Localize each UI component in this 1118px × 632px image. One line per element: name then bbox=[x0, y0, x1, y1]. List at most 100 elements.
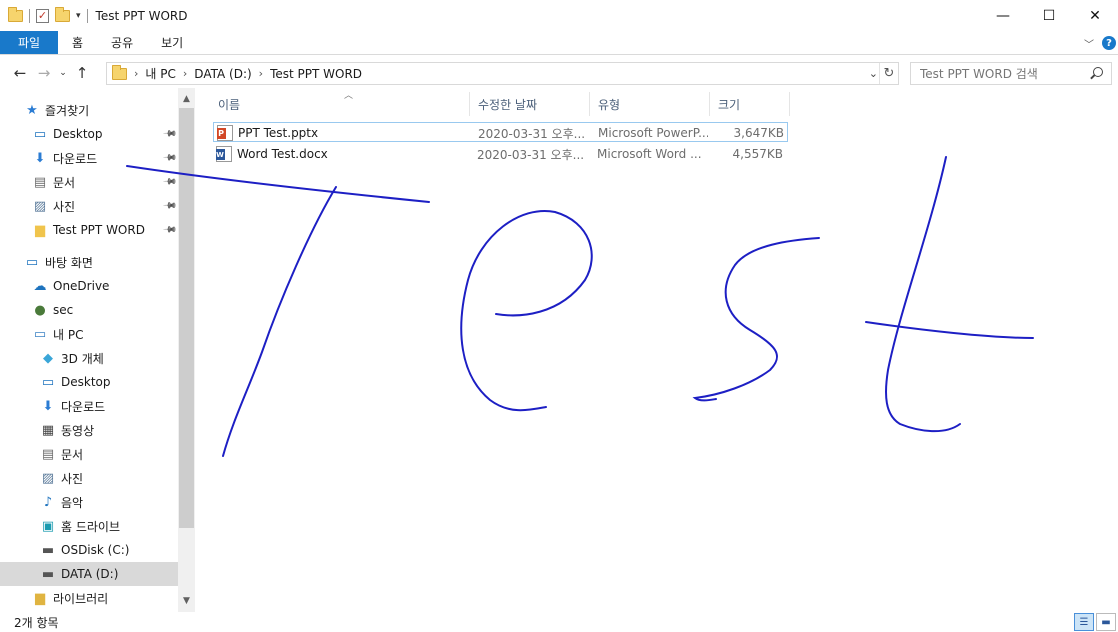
maximize-button[interactable]: ☐ bbox=[1026, 0, 1072, 31]
folder-icon bbox=[8, 6, 23, 22]
sidebar-item-label: OneDrive bbox=[53, 279, 110, 293]
file-list: ︿ 이름 수정한 날짜 유형 크기 PPT Test.pptx 2020-03-… bbox=[200, 88, 1118, 612]
forward-button[interactable]: → bbox=[32, 61, 56, 85]
sidebar-item[interactable]: ⬇ 다운로드 bbox=[0, 394, 178, 418]
back-button[interactable]: ← bbox=[8, 61, 32, 85]
column-header-name[interactable]: ︿ 이름 bbox=[210, 91, 470, 116]
recent-locations-button[interactable]: ⌄ bbox=[56, 61, 70, 85]
sidebar-item[interactable]: ▨ 사진 📌 bbox=[0, 194, 178, 218]
sidebar-item-label: sec bbox=[53, 303, 74, 317]
breadcrumb-separator-icon[interactable]: › bbox=[134, 67, 138, 80]
navigation-pane-scrollbar[interactable]: ▲ ▼ bbox=[178, 88, 195, 612]
column-header-date[interactable]: 수정한 날짜 bbox=[470, 92, 590, 116]
search-icon[interactable] bbox=[1093, 67, 1103, 77]
sidebar-item[interactable]: ▤ 문서 bbox=[0, 442, 178, 466]
minimize-button[interactable]: — bbox=[980, 0, 1026, 31]
sidebar-item[interactable]: ▤ 문서 📌 bbox=[0, 170, 178, 194]
sort-ascending-icon: ︿ bbox=[344, 91, 354, 101]
document-icon: ▤ bbox=[41, 446, 55, 462]
sidebar-item-label: Desktop bbox=[61, 375, 111, 389]
pin-icon: 📌 bbox=[161, 126, 177, 142]
arrow-up-icon: ↑ bbox=[75, 64, 89, 82]
quick-access-toolbar: ✓ ▾ bbox=[8, 0, 88, 31]
powerpoint-file-icon bbox=[217, 125, 233, 141]
sidebar-item[interactable]: ▭ Desktop bbox=[0, 370, 178, 394]
column-header-type[interactable]: 유형 bbox=[590, 92, 710, 116]
up-button[interactable]: ↑ bbox=[70, 61, 94, 85]
divider bbox=[29, 8, 30, 23]
breadcrumb-current-folder[interactable]: Test PPT WORD bbox=[270, 67, 362, 81]
document-icon: ▤ bbox=[33, 174, 47, 190]
sidebar-item-label: 다운로드 bbox=[53, 151, 98, 166]
address-bar[interactable]: › 내 PC › DATA (D:) › Test PPT WORD ⌄ ↻ bbox=[106, 62, 899, 85]
close-icon: ✕ bbox=[1089, 7, 1101, 24]
column-header-label: 이름 bbox=[218, 97, 241, 112]
sidebar-item[interactable]: ▆ Test PPT WORD 📌 bbox=[0, 218, 178, 242]
breadcrumb-separator-icon[interactable]: › bbox=[259, 67, 263, 80]
search-input[interactable] bbox=[920, 66, 1090, 81]
drive-icon: ▬ bbox=[41, 542, 55, 558]
sidebar-item[interactable]: ☁ OneDrive bbox=[0, 274, 178, 298]
sidebar-item[interactable]: ★ 즐겨찾기 bbox=[0, 98, 178, 122]
sidebar-item[interactable]: ▭ 바탕 화면 bbox=[0, 250, 178, 274]
scroll-down-icon[interactable]: ▼ bbox=[178, 594, 195, 608]
properties-icon[interactable]: ✓ bbox=[36, 8, 49, 23]
window-title: Test PPT WORD bbox=[95, 8, 188, 23]
sidebar-item[interactable]: ▨ 사진 bbox=[0, 466, 178, 490]
folder-icon bbox=[112, 64, 127, 80]
details-view-button[interactable]: ☰ bbox=[1074, 613, 1094, 631]
sidebar-item[interactable]: ⬇ 다운로드 📌 bbox=[0, 146, 178, 170]
file-name: Word Test.docx bbox=[237, 147, 328, 161]
scrollbar-thumb[interactable] bbox=[179, 108, 194, 528]
folder-icon: ▆ bbox=[35, 222, 45, 238]
cube-icon: ◆ bbox=[43, 350, 53, 366]
library-icon: ▆ bbox=[35, 590, 45, 606]
file-date: 2020-03-31 오후... bbox=[478, 126, 586, 141]
file-row[interactable]: Word Test.docx 2020-03-31 오후... Microsof… bbox=[213, 144, 788, 164]
tab-view[interactable]: 보기 bbox=[147, 31, 197, 54]
sidebar-item-label: 문서 bbox=[53, 175, 76, 190]
sidebar-item[interactable]: ▆ 라이브러리 bbox=[0, 586, 178, 610]
breadcrumb-this-pc[interactable]: 내 PC bbox=[145, 65, 175, 82]
breadcrumb-separator-icon[interactable]: › bbox=[183, 67, 187, 80]
sidebar-item-label: 3D 개체 bbox=[61, 351, 104, 366]
sidebar-item[interactable]: ▭ 내 PC bbox=[0, 322, 178, 346]
file-type: Microsoft Word ... bbox=[597, 147, 702, 161]
sidebar-item[interactable]: ▣ 홈 드라이브 bbox=[0, 514, 178, 538]
large-icons-view-button[interactable]: ▬ bbox=[1096, 613, 1116, 631]
video-icon: ▦ bbox=[41, 422, 55, 438]
navigation-pane: ★ 즐겨찾기 ▭ Desktop 📌 ⬇ 다운로드 📌 ▤ 문서 📌 ▨ 사진 📌 ▆ Test PPT WO… bbox=[0, 88, 178, 612]
sidebar-item-label: 즐겨찾기 bbox=[45, 103, 90, 118]
refresh-icon[interactable]: ↻ bbox=[879, 63, 898, 84]
arrow-right-icon: → bbox=[37, 64, 51, 82]
search-box[interactable] bbox=[910, 62, 1112, 85]
scroll-up-icon[interactable]: ▲ bbox=[178, 92, 195, 106]
sidebar-item[interactable]: ▦ 동영상 bbox=[0, 418, 178, 442]
close-button[interactable]: ✕ bbox=[1072, 0, 1118, 31]
sidebar-item-label: DATA (D:) bbox=[61, 567, 119, 581]
sidebar-item-label: 음악 bbox=[61, 495, 84, 510]
chevron-down-icon[interactable]: ▾ bbox=[76, 11, 81, 21]
tab-share[interactable]: 공유 bbox=[97, 31, 147, 54]
breadcrumb-data-drive[interactable]: DATA (D:) bbox=[194, 67, 251, 81]
sidebar-item[interactable]: ● sec bbox=[0, 298, 178, 322]
tab-file[interactable]: 파일 bbox=[0, 31, 58, 54]
sidebar-item-label: 사진 bbox=[53, 199, 76, 214]
column-header-label: 수정한 날짜 bbox=[478, 97, 538, 112]
tab-home[interactable]: 홈 bbox=[58, 31, 97, 54]
chevron-down-icon[interactable]: ⌄ bbox=[869, 63, 878, 84]
sidebar-item[interactable]: ♪ 음악 bbox=[0, 490, 178, 514]
help-icon[interactable]: ? bbox=[1102, 36, 1116, 50]
column-header-size[interactable]: 크기 bbox=[710, 92, 790, 116]
pin-icon: 📌 bbox=[161, 198, 177, 214]
sidebar-item[interactable]: ▬ OSDisk (C:) bbox=[0, 538, 178, 562]
new-folder-icon[interactable] bbox=[55, 6, 70, 22]
file-row[interactable]: PPT Test.pptx 2020-03-31 오후... Microsoft… bbox=[213, 122, 788, 142]
sidebar-item[interactable]: ▭ Desktop 📌 bbox=[0, 122, 178, 146]
file-size: 4,557KB bbox=[732, 147, 783, 161]
expand-ribbon-icon[interactable]: ﹀ bbox=[1084, 36, 1094, 51]
sidebar-item[interactable]: ▬ DATA (D:) bbox=[0, 562, 178, 586]
sidebar-item-label: 바탕 화면 bbox=[45, 255, 93, 270]
download-icon: ⬇ bbox=[42, 398, 54, 414]
sidebar-item[interactable]: ◆ 3D 개체 bbox=[0, 346, 178, 370]
